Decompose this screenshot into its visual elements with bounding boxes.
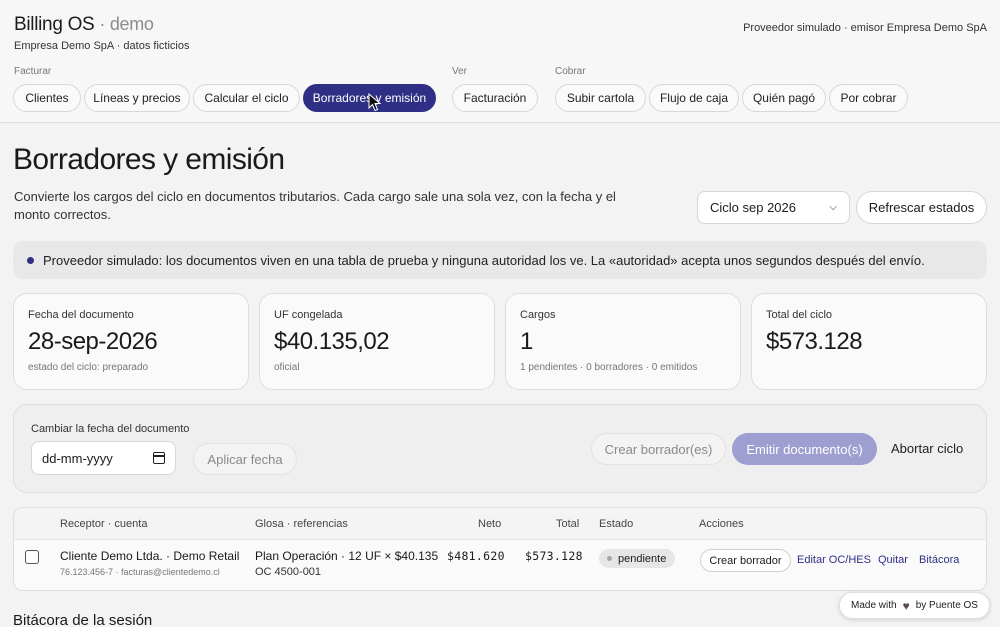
- charges-table: Receptor · cuenta Glosa · referencias Ne…: [13, 507, 987, 591]
- stat-card-cargos: Cargos 1 1 pendientes · 0 borradores · 0…: [505, 293, 741, 390]
- page-description: Convierte los cargos del ciclo en docume…: [14, 189, 616, 222]
- provider-label: Proveedor simulado · emisor Empresa Demo…: [743, 22, 987, 34]
- create-drafts-button[interactable]: Crear borrador(es): [591, 433, 726, 465]
- company-subtitle: Empresa Demo SpA · datos ficticios: [14, 40, 190, 52]
- col-estado: Estado: [599, 518, 634, 530]
- notice-dot-icon: [27, 256, 34, 264]
- cycle-select[interactable]: Ciclo sep 2026 ⌵: [697, 191, 850, 224]
- stat-value: 28-sep-2026: [28, 328, 158, 355]
- stat-value: $573.128: [766, 328, 863, 355]
- date-placeholder: dd-mm-yyyy: [42, 450, 113, 466]
- nav-item-por-cobrar[interactable]: Por cobrar: [829, 84, 908, 112]
- nav-item-quien-pago[interactable]: Quién pagó: [742, 84, 826, 112]
- status-badge: pendiente: [599, 549, 676, 568]
- brand-name: Billing OS: [14, 14, 95, 35]
- create-draft-row-button[interactable]: Crear borrador: [700, 549, 791, 572]
- made-with-badge[interactable]: Made with ♥ by Puente OS: [839, 592, 990, 619]
- status-text: pendiente: [618, 552, 667, 565]
- stat-sub: estado del ciclo: preparado: [28, 362, 149, 373]
- simulated-provider-notice: Proveedor simulado: los documentos viven…: [13, 241, 987, 279]
- col-glosa: Glosa · referencias: [255, 518, 348, 530]
- nav-item-subir-cartola[interactable]: Subir cartola: [555, 84, 646, 112]
- nav-item-clientes[interactable]: Clientes: [13, 84, 81, 112]
- stat-label: Total del ciclo: [766, 309, 833, 321]
- nav-group-facturar: Facturar: [14, 66, 52, 77]
- abort-cycle-button[interactable]: Abortar ciclo: [891, 441, 963, 456]
- date-field-label: Cambiar la fecha del documento: [31, 423, 190, 435]
- remove-link[interactable]: Quitar: [878, 554, 908, 566]
- stat-sub: oficial: [274, 362, 300, 373]
- page-title: Borradores y emisión: [13, 143, 285, 176]
- cycle-select-value: Ciclo sep 2026: [710, 200, 796, 215]
- col-receptor: Receptor · cuenta: [60, 518, 148, 530]
- brand-suffix: · demo: [99, 14, 154, 34]
- stat-label: Cargos: [520, 309, 556, 321]
- made-with-text: Made with: [851, 600, 897, 611]
- nav-item-calcular-ciclo[interactable]: Calcular el ciclo: [193, 84, 300, 112]
- chevron-down-icon: ⌵: [829, 202, 837, 213]
- nav-item-facturacion[interactable]: Facturación: [452, 84, 538, 112]
- col-total: Total: [556, 518, 580, 530]
- refresh-status-button[interactable]: Refrescar estados: [856, 191, 987, 224]
- top-bar: Billing OS · demo Empresa Demo SpA · dat…: [0, 0, 1000, 123]
- stat-card-cycle-total: Total del ciclo $573.128: [751, 293, 987, 390]
- emit-documents-button[interactable]: Emitir documento(s): [732, 433, 877, 465]
- total-value: $573.128: [525, 549, 583, 563]
- session-log-title: Bitácora de la sesión: [13, 612, 153, 627]
- calendar-icon[interactable]: [153, 452, 165, 464]
- log-link[interactable]: Bitácora: [919, 554, 959, 566]
- stat-label: UF congelada: [274, 309, 343, 321]
- receptor-detail: 76.123.456-7 · facturas@clientedemo.cl: [60, 567, 220, 577]
- stat-card-uf: UF congelada $40.135,02 oficial: [259, 293, 495, 390]
- glosa-reference: OC 4500-001: [255, 566, 322, 578]
- made-by-text: by Puente OS: [915, 600, 978, 611]
- stat-value: 1: [520, 328, 533, 355]
- emission-actions-panel: Cambiar la fecha del documento dd-mm-yyy…: [13, 404, 987, 493]
- glosa-text: Plan Operación · 12 UF × $40.135: [255, 549, 439, 563]
- nav-item-flujo-caja[interactable]: Flujo de caja: [649, 84, 739, 112]
- nav-group-ver: Ver: [452, 66, 468, 77]
- edit-oc-hes-link[interactable]: Editar OC/HES: [797, 554, 871, 566]
- stat-sub: 1 pendientes · 0 borradores · 0 emitidos: [520, 362, 698, 373]
- stat-label: Fecha del documento: [28, 309, 134, 321]
- stat-card-document-date: Fecha del documento 28-sep-2026 estado d…: [13, 293, 249, 390]
- mouse-cursor-icon: [368, 93, 382, 112]
- nav-item-lineas-precios[interactable]: Líneas y precios: [84, 84, 190, 112]
- status-dot-icon: [607, 556, 612, 561]
- col-acciones: Acciones: [699, 518, 744, 530]
- nav-group-cobrar: Cobrar: [555, 66, 586, 77]
- table-header: Receptor · cuenta Glosa · referencias Ne…: [14, 508, 986, 540]
- receptor-name: Cliente Demo Ltda. · Demo Retail: [60, 549, 240, 563]
- col-neto: Neto: [478, 518, 502, 530]
- notice-text: Proveedor simulado: los documentos viven…: [43, 252, 925, 268]
- row-checkbox[interactable]: [25, 550, 39, 564]
- apply-date-button[interactable]: Aplicar fecha: [193, 443, 297, 475]
- stat-value: $40.135,02: [274, 328, 390, 355]
- neto-value: $481.620: [447, 549, 505, 563]
- heart-icon: ♥: [902, 598, 910, 613]
- document-date-input[interactable]: dd-mm-yyyy: [31, 441, 176, 475]
- app-brand: Billing OS · demo: [14, 14, 154, 36]
